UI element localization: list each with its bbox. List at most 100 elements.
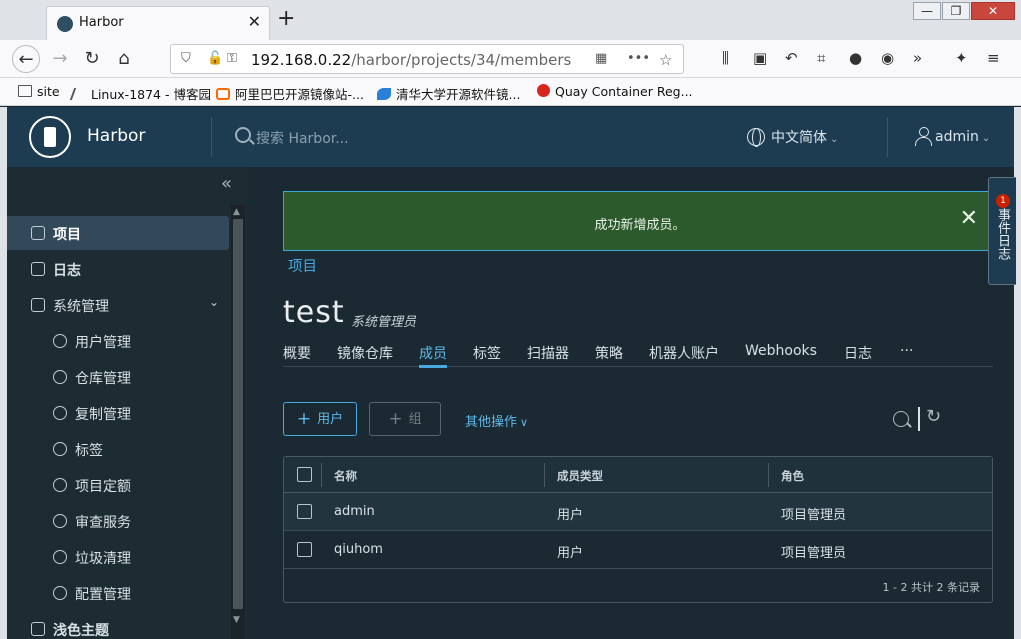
event-log-tab[interactable]: 1 事件日志: [988, 177, 1016, 285]
column-member-type[interactable]: 成员类型: [557, 468, 603, 484]
sidebar-item-logs[interactable]: 日志: [7, 252, 229, 286]
sidebar-item-registries[interactable]: 仓库管理: [7, 360, 229, 394]
scrollbar-thumb[interactable]: [233, 219, 243, 609]
minimize-button[interactable]: —: [913, 2, 941, 20]
bookmark-tuna[interactable]: 清华大学开源软件镜...: [377, 84, 520, 103]
sidebar-item-interrogation[interactable]: 审查服务: [7, 504, 229, 538]
chevron-down-icon[interactable]: ⌄: [209, 295, 219, 309]
table-row[interactable]: qiuhom 用户 项目管理员: [284, 531, 992, 569]
global-search-input[interactable]: 搜索 Harbor...: [256, 128, 349, 148]
new-tab-button[interactable]: +: [277, 6, 295, 31]
plus-icon: +: [388, 409, 403, 429]
scroll-up-icon[interactable]: ▲: [233, 207, 240, 217]
reload-button[interactable]: ↻: [78, 45, 106, 73]
tab-logs[interactable]: 日志: [844, 343, 872, 363]
search-input-cursor[interactable]: [918, 407, 920, 431]
back-button[interactable]: ←: [12, 45, 40, 73]
brand-name[interactable]: Harbor: [87, 126, 145, 146]
browser-nav-bar: ← → ↻ ⌂ ⛉ 🔓 ⚿ 192.168.0.22/harbor/projec…: [0, 40, 1021, 78]
scroll-down-icon[interactable]: ▼: [233, 615, 240, 625]
tab-more[interactable]: ···: [900, 343, 913, 359]
address-bar[interactable]: ⛉ 🔓 ⚿ 192.168.0.22/harbor/projects/34/me…: [170, 44, 684, 74]
sidebar-item-configuration[interactable]: 配置管理: [7, 576, 229, 610]
maximize-button[interactable]: ❐: [942, 2, 970, 20]
tab-members[interactable]: 成员: [419, 343, 447, 368]
admin-icon: [31, 298, 45, 312]
row-checkbox[interactable]: [297, 504, 312, 519]
qr-code-icon[interactable]: ▦: [595, 51, 607, 66]
sidebar-item-label: 日志: [53, 263, 81, 279]
add-user-button[interactable]: + 用户: [283, 402, 357, 436]
close-icon[interactable]: ✕: [960, 206, 978, 231]
account-icon[interactable]: ◉: [881, 49, 894, 67]
search-icon[interactable]: [235, 127, 251, 143]
column-role[interactable]: 角色: [781, 468, 804, 484]
add-group-button[interactable]: + 组: [369, 402, 441, 436]
extension-icon[interactable]: ●: [849, 49, 862, 67]
sidebar-item-theme[interactable]: 浅色主题: [7, 612, 229, 639]
home-icon[interactable]: ⌂: [110, 45, 138, 73]
menu-icon[interactable]: ≡: [987, 49, 1000, 67]
user-menu[interactable]: admin ⌄: [915, 127, 990, 146]
page-actions-icon[interactable]: •••: [627, 51, 650, 66]
column-divider[interactable]: [544, 463, 545, 487]
member-name: admin: [334, 504, 375, 519]
shield-icon[interactable]: ⛉: [181, 51, 191, 66]
aliyun-icon: [216, 88, 230, 100]
tab-summary[interactable]: 概要: [283, 343, 311, 363]
tab-repositories[interactable]: 镜像仓库: [337, 343, 393, 363]
more-actions-dropdown[interactable]: 其他操作 ∨: [465, 411, 528, 430]
tab-webhooks[interactable]: Webhooks: [745, 343, 817, 359]
close-window-button[interactable]: ✕: [971, 2, 1015, 20]
bookmark-cnblogs[interactable]: Linux-1874 - 博客园: [69, 84, 211, 103]
library-icon[interactable]: ⫼: [722, 49, 729, 67]
sidebar-item-labels[interactable]: 标签: [7, 432, 229, 466]
refresh-icon[interactable]: ↻: [926, 406, 941, 427]
collapse-sidebar-icon[interactable]: «: [221, 173, 232, 194]
url-text[interactable]: 192.168.0.22/harbor/projects/34/members: [251, 51, 571, 69]
key-icon[interactable]: ⚿: [227, 51, 237, 66]
logs-icon: [31, 262, 45, 276]
app-header: Harbor 搜索 Harbor... 中文简体 ⌄ admin ⌄: [7, 107, 1014, 167]
tab-scanner[interactable]: 扫描器: [527, 343, 569, 363]
breadcrumb[interactable]: 项目: [288, 255, 317, 276]
undo-icon[interactable]: ↶: [785, 49, 798, 67]
sidebar-item-projects[interactable]: 项目: [7, 216, 229, 250]
sidebar-item-gc[interactable]: 垃圾清理: [7, 540, 229, 574]
forward-button[interactable]: →: [46, 45, 74, 73]
sidebar-item-administration[interactable]: 系统管理 ⌄: [7, 288, 229, 322]
bookmark-quay[interactable]: Quay Container Reg...: [537, 84, 693, 99]
sidebar-scrollbar[interactable]: ▲ ▼: [231, 205, 245, 639]
column-name[interactable]: 名称: [334, 468, 357, 484]
sidebar-item-quotas[interactable]: 项目定额: [7, 468, 229, 502]
sidebar-item-users[interactable]: 用户管理: [7, 324, 229, 358]
member-role: 项目管理员: [781, 508, 847, 523]
quay-icon: [537, 84, 550, 97]
pagination-summary: 1 - 2 共计 2 条记录: [882, 581, 980, 594]
tab-robot-accounts[interactable]: 机器人账户: [649, 343, 719, 363]
bookmark-star-icon[interactable]: ☆: [659, 51, 672, 69]
search-icon[interactable]: [893, 411, 909, 427]
table-row[interactable]: admin 用户 项目管理员: [284, 493, 992, 531]
bookmark-aliyun[interactable]: 阿里巴巴开源镜像站-...: [216, 84, 364, 103]
harbor-logo-icon[interactable]: [29, 116, 71, 158]
sidebar-item-label: 标签: [75, 443, 103, 459]
browser-tab[interactable]: Harbor ✕: [46, 6, 270, 40]
addons-icon[interactable]: ✦: [955, 49, 968, 67]
language-selector[interactable]: 中文简体 ⌄: [747, 127, 838, 147]
event-log-label: 事件日志: [995, 208, 1010, 260]
screenshot-icon[interactable]: ⌗: [817, 49, 825, 67]
tab-close-icon[interactable]: ✕: [248, 12, 261, 31]
tab-title: Harbor: [79, 15, 124, 30]
tab-policy[interactable]: 策略: [595, 343, 623, 363]
row-checkbox[interactable]: [297, 542, 312, 557]
insecure-lock-icon[interactable]: 🔓: [207, 51, 223, 66]
sidebar-item-replications[interactable]: 复制管理: [7, 396, 229, 430]
bookmark-site[interactable]: site: [18, 84, 60, 99]
overflow-icon[interactable]: »: [913, 49, 922, 67]
tab-labels[interactable]: 标签: [473, 343, 501, 363]
sidebar-icon[interactable]: ▣: [753, 49, 767, 67]
column-divider[interactable]: [768, 463, 769, 487]
harbor-favicon-icon: [57, 16, 73, 32]
select-all-checkbox[interactable]: [297, 467, 312, 482]
